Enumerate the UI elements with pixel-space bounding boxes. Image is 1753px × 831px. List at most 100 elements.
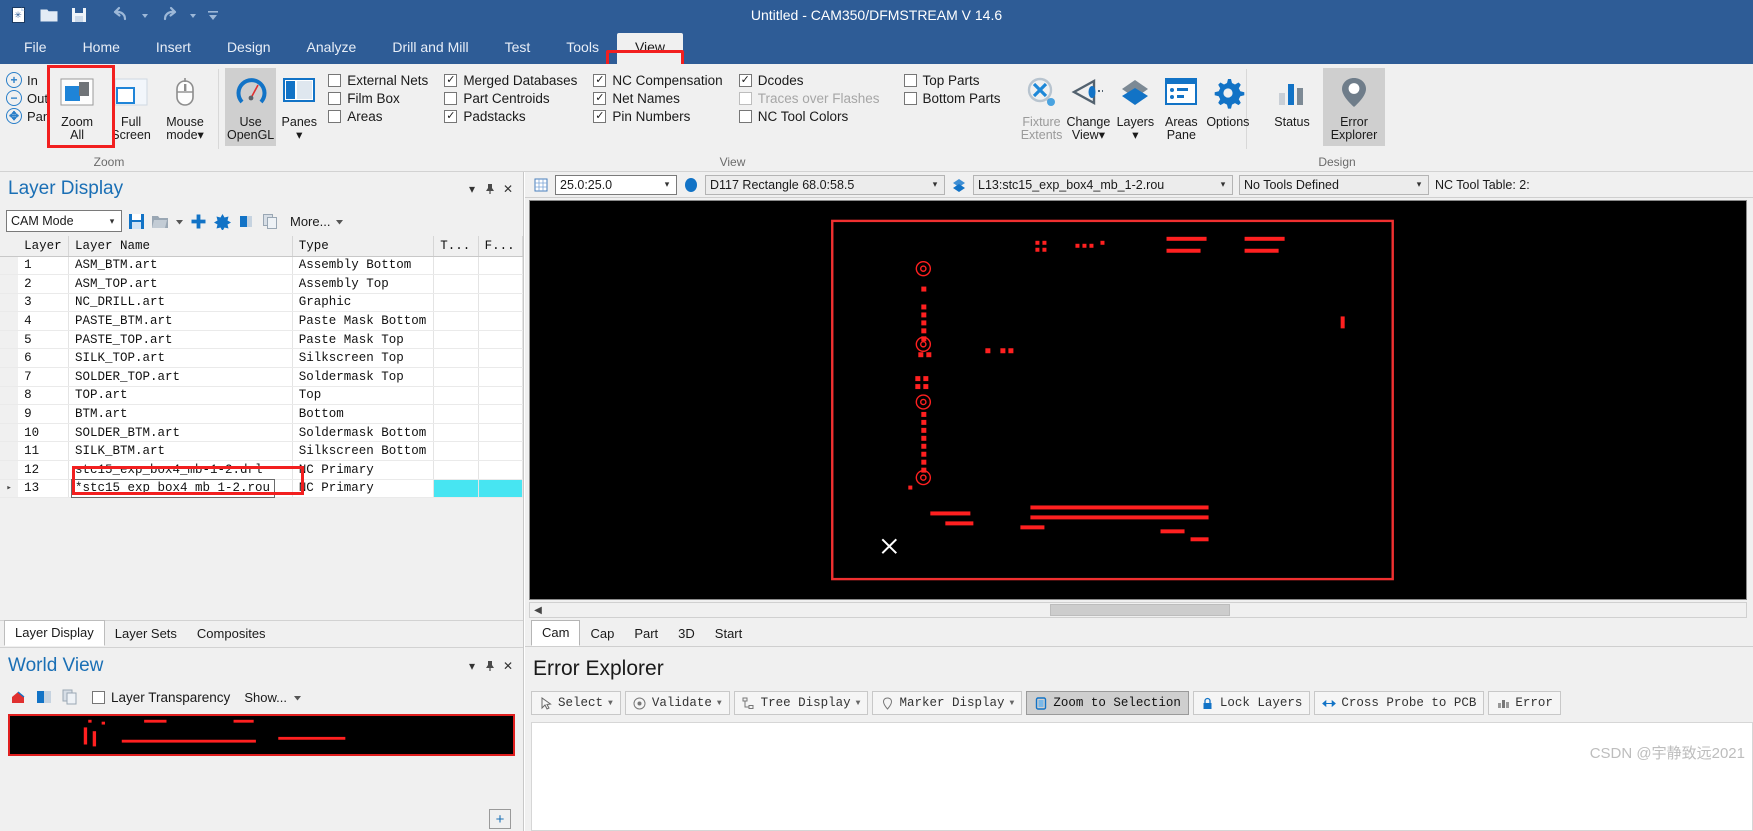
tab-design[interactable]: Design xyxy=(209,33,289,64)
pin-icon[interactable] xyxy=(481,657,499,675)
cell-layer-name-edit[interactable] xyxy=(68,478,293,499)
row-expander[interactable] xyxy=(0,256,19,276)
row-expander[interactable] xyxy=(0,423,19,443)
undo-dropdown-icon[interactable] xyxy=(140,4,150,26)
error-button[interactable]: Error xyxy=(1488,691,1561,715)
dcode-select[interactable]: D117 Rectangle 68.0:58.5 ▾ xyxy=(705,174,945,195)
column-header-type[interactable]: Type xyxy=(292,236,435,257)
panes-button[interactable]: Panes ▾ xyxy=(276,68,322,146)
open-folder-icon[interactable] xyxy=(38,4,60,26)
checkbox-film-box[interactable]: Film Box xyxy=(328,91,428,106)
column-header-t[interactable]: T... xyxy=(433,236,479,257)
row-expander[interactable] xyxy=(0,404,19,424)
areas-pane-button[interactable]: Areas Pane xyxy=(1158,68,1204,146)
table-row[interactable]: 8 TOP.art Top xyxy=(0,386,524,406)
checkbox-dcodes[interactable]: ✓ Dcodes xyxy=(738,73,880,88)
save-layers-icon[interactable] xyxy=(126,211,146,231)
checkbox-nc-compensation[interactable]: ✓ NC Compensation xyxy=(593,73,723,88)
tab-cap[interactable]: Cap xyxy=(580,622,624,646)
tab-file[interactable]: File xyxy=(6,33,65,64)
world-view-fit-icon[interactable] xyxy=(34,687,54,707)
column-header-layer-name[interactable]: Layer Name xyxy=(68,236,293,257)
error-explorer-list[interactable] xyxy=(531,722,1753,831)
cell-f-color[interactable] xyxy=(478,479,524,499)
redo-icon[interactable] xyxy=(158,4,180,26)
tab-tools[interactable]: Tools xyxy=(548,33,617,64)
marker-display-button[interactable]: Marker Display ▼ xyxy=(872,691,1023,715)
tab-layer-display[interactable]: Layer Display xyxy=(4,620,105,646)
tree-display-button[interactable]: Tree Display ▼ xyxy=(733,691,869,715)
tab-start[interactable]: Start xyxy=(705,622,752,646)
row-expander[interactable] xyxy=(0,386,19,406)
tab-3d[interactable]: 3D xyxy=(668,622,705,646)
column-header-layer[interactable]: Layer xyxy=(18,236,70,257)
tab-cam[interactable]: Cam xyxy=(531,620,581,646)
checkbox-pin-numbers[interactable]: ✓ Pin Numbers xyxy=(593,109,722,124)
checkbox-net-names[interactable]: ✓ Net Names xyxy=(593,91,722,106)
world-view-home-icon[interactable] xyxy=(8,687,28,707)
row-expander[interactable] xyxy=(0,460,19,480)
cam-mode-select[interactable]: CAM Mode ▾ xyxy=(6,210,122,232)
tab-composites[interactable]: Composites xyxy=(187,622,276,646)
row-expander[interactable]: ▸ xyxy=(0,479,19,499)
checkbox-external-nets[interactable]: External Nets xyxy=(328,73,428,88)
table-row[interactable]: 9 BTM.art Bottom xyxy=(0,404,524,424)
row-expander[interactable] xyxy=(0,311,19,331)
table-row[interactable]: 3 NC_DRILL.art Graphic xyxy=(0,293,524,313)
dcode-icon[interactable] xyxy=(683,177,699,193)
show-menu-label[interactable]: Show... xyxy=(244,690,287,705)
cell-t-color[interactable] xyxy=(433,479,479,499)
table-row-editing[interactable]: ▸ 13 NC Primary xyxy=(0,478,524,499)
table-row[interactable]: 1 ASM_BTM.art Assembly Bottom xyxy=(0,256,524,276)
open-layers-icon[interactable] xyxy=(150,211,170,231)
zoom-to-selection-button[interactable]: Zoom to Selection xyxy=(1026,691,1189,715)
redo-dropdown-icon[interactable] xyxy=(188,4,198,26)
scroll-thumb[interactable] xyxy=(1050,604,1230,616)
row-expander[interactable] xyxy=(0,348,19,369)
table-row[interactable]: 5 PASTE_TOP.art Paste Mask Top xyxy=(0,330,524,350)
tab-test[interactable]: Test xyxy=(487,33,549,64)
tab-insert[interactable]: Insert xyxy=(138,33,209,64)
customize-qat-icon[interactable] xyxy=(206,4,220,26)
select-button[interactable]: Select ▼ xyxy=(531,691,621,715)
tab-part[interactable]: Part xyxy=(624,622,668,646)
table-row[interactable]: 11 SILK_BTM.art Silkscreen Bottom xyxy=(0,441,524,462)
checkbox-top-parts[interactable]: Top Parts xyxy=(903,73,1001,88)
checkbox-layer-transparency[interactable]: Layer Transparency xyxy=(92,690,230,705)
more-menu-label[interactable]: More... xyxy=(290,214,330,229)
table-row[interactable]: 2 ASM_TOP.art Assembly Top xyxy=(0,274,524,294)
use-opengl-button[interactable]: Use OpenGL xyxy=(225,68,277,146)
full-screen-button[interactable]: Full Screen xyxy=(104,68,158,146)
import-layer-icon[interactable] xyxy=(236,211,256,231)
checkbox-nc-tool-colors[interactable]: NC Tool Colors xyxy=(738,109,880,124)
checkbox-merged-databases[interactable]: ✓ Merged Databases xyxy=(444,73,577,88)
table-row[interactable]: 7 SOLDER_TOP.art Soldermask Top xyxy=(0,367,524,387)
tab-home[interactable]: Home xyxy=(65,33,138,64)
scroll-left-arrow-icon[interactable]: ◀ xyxy=(530,605,546,616)
zoom-all-button[interactable]: Zoom All xyxy=(47,65,116,148)
layer-name-input[interactable] xyxy=(71,478,276,498)
mouse-mode-button[interactable]: Mouse mode▾ xyxy=(158,68,212,146)
close-icon[interactable]: ✕ xyxy=(499,657,517,675)
table-row[interactable]: 10 SOLDER_BTM.art Soldermask Bottom xyxy=(0,423,524,443)
column-header-f[interactable]: F... xyxy=(478,236,524,257)
layers-button[interactable]: Layers ▾ xyxy=(1112,68,1158,146)
tab-analyze[interactable]: Analyze xyxy=(289,33,375,64)
pin-icon[interactable] xyxy=(481,180,499,198)
more-dropdown-icon[interactable] xyxy=(334,211,344,231)
checkbox-padstacks[interactable]: ✓ Padstacks xyxy=(444,109,577,124)
tab-drill-and-mill[interactable]: Drill and Mill xyxy=(374,33,486,64)
tab-view[interactable]: View xyxy=(616,33,684,64)
tab-layer-sets[interactable]: Layer Sets xyxy=(105,622,187,646)
save-icon[interactable] xyxy=(68,4,90,26)
cross-probe-to-pcb-button[interactable]: Cross Probe to PCB xyxy=(1314,691,1485,715)
delete-layer-icon[interactable] xyxy=(212,211,232,231)
chevron-down-icon[interactable]: ▾ xyxy=(463,657,481,675)
tools-select[interactable]: No Tools Defined ▾ xyxy=(1239,174,1429,195)
world-view-zoom-in-button[interactable]: + xyxy=(489,809,511,829)
cad-horizontal-scrollbar[interactable]: ◀ xyxy=(529,602,1747,618)
layer-select[interactable]: L13:stc15_exp_box4_mb_1-2.rou ▾ xyxy=(973,174,1233,195)
table-row[interactable]: 4 PASTE_BTM.art Paste Mask Bottom xyxy=(0,311,524,331)
cad-canvas[interactable] xyxy=(529,200,1747,600)
zoom-in-command[interactable]: + In xyxy=(6,72,50,88)
